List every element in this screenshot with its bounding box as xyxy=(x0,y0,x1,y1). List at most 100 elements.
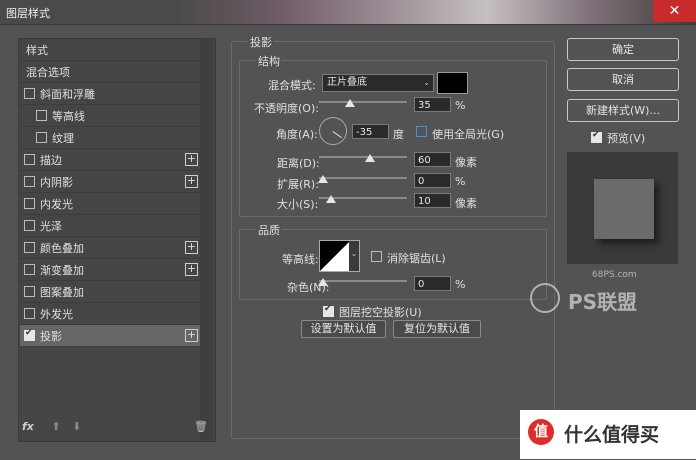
style-item-label: 等高线 xyxy=(52,109,85,123)
size-unit: 像素 xyxy=(455,197,477,210)
style-item[interactable]: 外发光 xyxy=(20,303,202,325)
styles-header[interactable]: 样式 xyxy=(20,39,202,61)
spread-input[interactable]: 0 xyxy=(414,173,451,188)
style-item[interactable]: 颜色叠加 + xyxy=(20,237,202,259)
style-item-label: 混合选项 xyxy=(26,65,70,79)
style-item-checkbox[interactable] xyxy=(24,154,35,165)
style-preview xyxy=(567,152,678,264)
reset-default-button[interactable]: 复位为默认值 xyxy=(393,320,481,338)
opacity-slider-thumb[interactable] xyxy=(344,99,355,107)
spread-slider-thumb[interactable] xyxy=(318,175,328,183)
watermark-brand: PS联盟 xyxy=(568,290,638,314)
new-style-button[interactable]: 新建样式(W)... xyxy=(567,99,679,122)
style-item-checkbox[interactable] xyxy=(24,88,35,99)
opacity-unit: % xyxy=(455,99,466,112)
move-down-icon[interactable]: ⬇ xyxy=(72,420,81,433)
style-item-checkbox[interactable] xyxy=(24,220,35,231)
style-item[interactable]: 斜面和浮雕 xyxy=(20,83,202,105)
style-item-checkbox[interactable] xyxy=(24,264,35,275)
style-item[interactable]: 等高线 xyxy=(20,105,202,127)
style-item[interactable]: 渐变叠加 + xyxy=(20,259,202,281)
opacity-label: 不透明度(O): xyxy=(254,102,319,115)
style-item[interactable]: 描边 + xyxy=(20,149,202,171)
knockout-checkbox[interactable] xyxy=(323,304,334,317)
size-slider-thumb[interactable] xyxy=(326,195,336,203)
spread-slider-track[interactable] xyxy=(319,177,407,179)
set-default-button[interactable]: 设置为默认值 xyxy=(301,320,386,338)
styles-list-scrollbar[interactable] xyxy=(200,39,213,440)
fx-toolbar: fx ⬆ ⬇ 🗑 xyxy=(22,420,208,433)
style-item-checkbox[interactable] xyxy=(24,242,35,253)
style-item-checkbox[interactable] xyxy=(24,176,35,187)
style-item-checkbox[interactable] xyxy=(24,198,35,209)
opacity-input[interactable]: 35 xyxy=(414,97,451,112)
window-title: 图层样式 xyxy=(6,7,50,20)
noise-slider-track[interactable] xyxy=(319,280,407,282)
style-item[interactable]: 混合选项 xyxy=(20,61,202,83)
style-item-label: 颜色叠加 xyxy=(40,241,84,255)
styles-list: 样式 混合选项 斜面和浮雕 等高线 纹理 描边 + 内阴影 + 内发光 光泽 颜色叠加 + 渐变叠加 + 图… xyxy=(18,38,216,442)
noise-input[interactable]: 0 xyxy=(414,276,451,291)
distance-slider-thumb[interactable] xyxy=(365,154,375,162)
antialias-checkbox[interactable] xyxy=(371,251,382,262)
angle-input[interactable]: -35 xyxy=(352,124,389,139)
close-button[interactable]: ✕ xyxy=(653,0,696,22)
style-item-label: 描边 xyxy=(40,153,62,167)
blend-mode-select[interactable]: 正片叠底 ⌄ xyxy=(322,74,434,92)
knockout-label: 图层挖空投影(U) xyxy=(339,306,422,319)
size-label: 大小(S): xyxy=(277,198,319,211)
angle-label: 角度(A): xyxy=(276,128,318,141)
size-input[interactable]: 10 xyxy=(414,193,451,208)
style-item-checkbox[interactable] xyxy=(24,308,35,319)
global-light-checkbox[interactable] xyxy=(416,126,427,137)
style-item-label: 图案叠加 xyxy=(40,285,84,299)
style-item[interactable]: 投影 + xyxy=(20,325,202,347)
style-item[interactable]: 纹理 xyxy=(20,127,202,149)
style-item-checkbox[interactable] xyxy=(36,110,47,121)
style-item-label: 投影 xyxy=(40,329,62,343)
antialias-label: 消除锯齿(L) xyxy=(387,252,446,265)
contour-label: 等高线: xyxy=(282,253,319,266)
distance-input[interactable]: 60 xyxy=(414,152,451,167)
shadow-color-swatch[interactable] xyxy=(437,72,468,94)
distance-unit: 像素 xyxy=(455,156,477,169)
distance-slider-track[interactable] xyxy=(319,156,407,158)
style-item-checkbox[interactable] xyxy=(24,286,35,297)
chevron-down-icon: ⌄ xyxy=(350,249,358,258)
preview-label: 预览(V) xyxy=(607,132,646,145)
angle-dial[interactable] xyxy=(319,117,347,145)
add-effect-icon[interactable]: + xyxy=(185,175,198,188)
style-item[interactable]: 图案叠加 xyxy=(20,281,202,303)
move-up-icon[interactable]: ⬆ xyxy=(51,420,60,433)
style-item-label: 纹理 xyxy=(52,131,74,145)
contour-dropdown[interactable]: ⌄ xyxy=(349,240,360,272)
chevron-down-icon: ⌄ xyxy=(423,78,430,87)
style-item-checkbox[interactable] xyxy=(24,328,35,341)
blend-mode-value: 正片叠底 xyxy=(327,77,367,88)
section-title: 投影 xyxy=(248,34,274,50)
style-item-checkbox[interactable] xyxy=(36,132,47,143)
contour-picker[interactable] xyxy=(319,240,351,272)
contour-curve-icon xyxy=(320,241,350,271)
fx-button[interactable]: fx xyxy=(22,420,34,433)
preview-checkbox[interactable] xyxy=(591,130,602,143)
spread-label: 扩展(R): xyxy=(277,178,319,191)
noise-slider-thumb[interactable] xyxy=(318,278,328,286)
ok-button[interactable]: 确定 xyxy=(567,38,679,61)
spread-unit: % xyxy=(455,175,466,188)
style-item[interactable]: 内阴影 + xyxy=(20,171,202,193)
opacity-slider-track[interactable] xyxy=(319,101,407,103)
add-effect-icon[interactable]: + xyxy=(185,263,198,276)
preview-swatch xyxy=(594,179,654,239)
add-effect-icon[interactable]: + xyxy=(185,329,198,342)
add-effect-icon[interactable]: + xyxy=(185,241,198,254)
title-bar[interactable]: 图层样式 ✕ xyxy=(0,0,696,24)
add-effect-icon[interactable]: + xyxy=(185,153,198,166)
footer-banner: 值 什么值得买 xyxy=(520,410,696,459)
style-item[interactable]: 光泽 xyxy=(20,215,202,237)
style-item-label: 内阴影 xyxy=(40,175,73,189)
cancel-button[interactable]: 取消 xyxy=(567,68,679,91)
style-item[interactable]: 内发光 xyxy=(20,193,202,215)
trash-icon[interactable]: 🗑 xyxy=(194,420,208,433)
blend-mode-label: 混合模式: xyxy=(268,79,316,92)
